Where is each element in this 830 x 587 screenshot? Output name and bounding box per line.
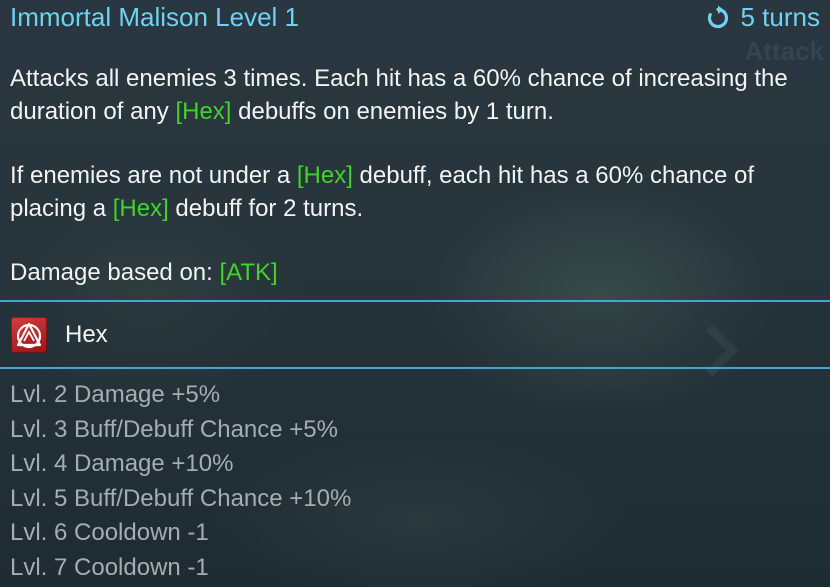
hex-keyword: [Hex] bbox=[112, 195, 169, 222]
hex-debuff-icon bbox=[11, 316, 47, 353]
level-upgrade-item: Lvl. 2 Damage +5% bbox=[10, 381, 221, 408]
atk-keyword: [ATK] bbox=[219, 259, 278, 286]
description-paragraph: If enemies are not under a [Hex] debuff,… bbox=[10, 159, 825, 225]
level-upgrade-item: Lvl. 5 Buff/Debuff Chance +10% bbox=[10, 484, 352, 512]
skill-description: Attacks all enemies 3 times. Each hit ha… bbox=[10, 62, 825, 289]
level-upgrade-item: Lvl. 3 Buff/Debuff Chance +5% bbox=[10, 415, 338, 443]
cooldown-label: 5 turns bbox=[740, 2, 821, 32]
damage-basis: Damage based on: [ATK] bbox=[10, 256, 825, 289]
hex-keyword: [Hex] bbox=[175, 98, 232, 125]
description-text: debuffs on enemies by 1 turn. bbox=[231, 98, 554, 125]
cooldown: 5 turns bbox=[705, 2, 821, 33]
damage-basis-label: Damage based on: bbox=[10, 259, 220, 286]
refresh-icon bbox=[705, 5, 731, 31]
divider-bottom bbox=[0, 367, 830, 369]
level-upgrades: Lvl. 2 Damage +5% Lvl. 3 Buff/Debuff Cha… bbox=[10, 378, 351, 586]
description-text: debuff for 2 turns. bbox=[168, 195, 364, 222]
effect-hex[interactable]: Hex bbox=[0, 302, 830, 367]
hex-keyword: [Hex] bbox=[296, 162, 353, 189]
description-paragraph: Attacks all enemies 3 times. Each hit ha… bbox=[10, 62, 825, 128]
level-upgrade-item: Lvl. 4 Damage +10% bbox=[10, 450, 234, 478]
level-upgrade-item: Lvl. 6 Cooldown -1 bbox=[10, 519, 209, 547]
level-upgrade-item: Lvl. 7 Cooldown -1 bbox=[10, 553, 209, 581]
effect-label: Hex bbox=[65, 320, 108, 348]
skill-title: Immortal Malison Level 1 bbox=[10, 2, 299, 32]
description-text: If enemies are not under a bbox=[10, 162, 297, 189]
